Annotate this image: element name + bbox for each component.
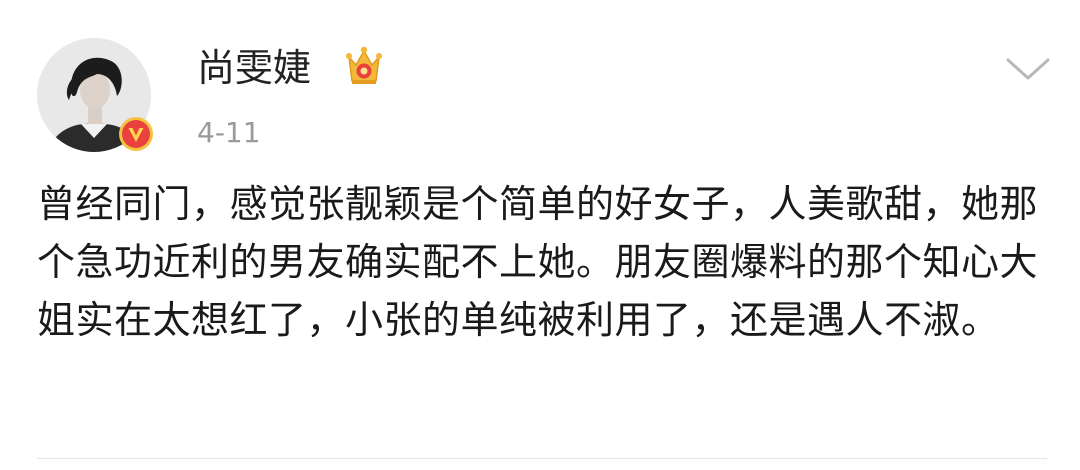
divider xyxy=(37,458,1047,459)
user-name[interactable]: 尚雯婕 xyxy=(197,45,311,91)
verified-v-icon xyxy=(118,116,154,152)
crown-icon[interactable] xyxy=(345,43,383,89)
chevron-down-icon xyxy=(1006,58,1050,80)
weibo-post-card: 尚雯婕 4-11 曾经同门，感觉张靓颖是个简单的好女子，人美歌甜，她那个急功近利… xyxy=(0,0,1080,470)
post-text: 曾经同门，感觉张靓颖是个简单的好女子，人美歌甜，她那个急功近利的男友确实配不上她… xyxy=(37,182,1039,342)
more-options-button[interactable] xyxy=(1003,48,1053,88)
post-timestamp: 4-11 xyxy=(197,116,261,149)
